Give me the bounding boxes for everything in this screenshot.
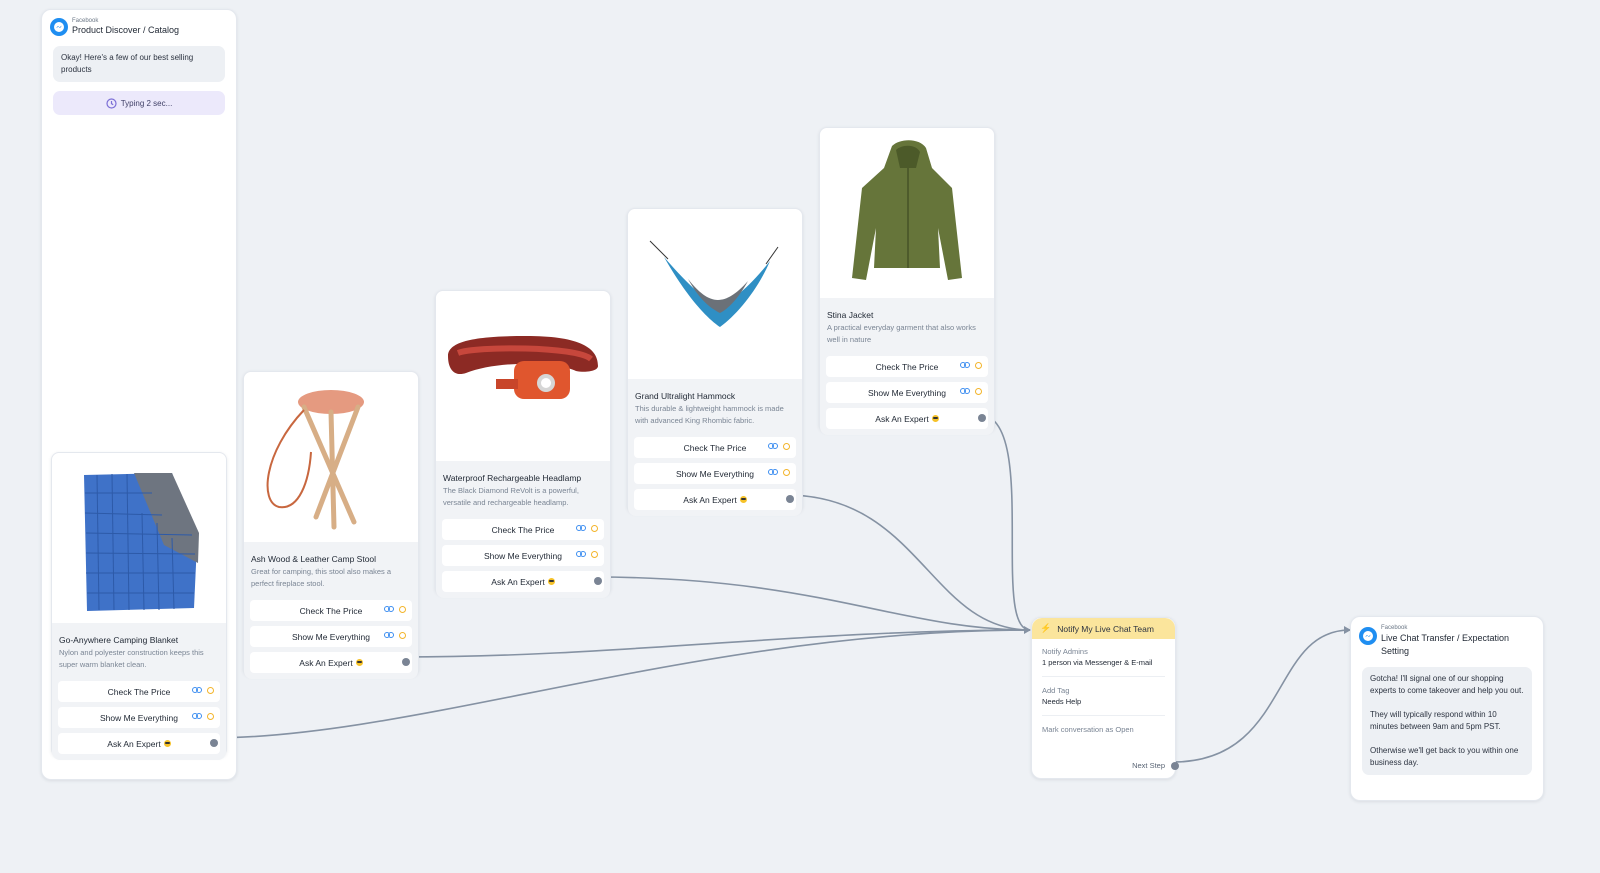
sunglasses-emoji-icon [931, 415, 939, 422]
typing-label: Typing 2 sec... [120, 98, 173, 108]
next-step-label[interactable]: Next Step [1132, 761, 1165, 770]
port-ring-icon[interactable] [207, 686, 214, 694]
ask-expert-button[interactable]: Ask An Expert [634, 489, 796, 510]
show-everything-button[interactable]: Show Me Everything [250, 626, 412, 647]
notify-admins-value: 1 person via Messenger & E-mail [1042, 658, 1153, 667]
headlamp-image [436, 291, 610, 461]
check-price-button[interactable]: Check The Price [442, 519, 604, 540]
hammock-image [628, 209, 802, 379]
port-ring-icon[interactable] [591, 550, 598, 558]
blanket-image [52, 453, 226, 623]
product-title: Grand Ultralight Hammock [635, 391, 736, 401]
message-paragraph: Gotcha! I'll signal one of our shopping … [1370, 673, 1524, 695]
link-icon [384, 606, 394, 612]
product-title: Go-Anywhere Camping Blanket [59, 635, 179, 645]
node-title: Product Discover / Catalog [72, 25, 180, 36]
wire-jacket-to-notify [977, 413, 1031, 631]
notify-arrowhead [1024, 626, 1031, 634]
message-paragraph: Otherwise we'll get back to you within o… [1370, 745, 1519, 767]
product-title: Stina Jacket [827, 310, 874, 320]
product-description: A practical everyday garment that also w… [827, 323, 976, 344]
product-card-jacket[interactable]: Stina Jacket A practical everyday garmen… [819, 127, 995, 435]
product-title: Waterproof Rechargeable Headlamp [443, 473, 582, 483]
link-icon [192, 713, 202, 719]
link-icon [576, 525, 586, 531]
clock-icon [106, 97, 117, 109]
show-everything-button[interactable]: Show Me Everything [634, 463, 796, 484]
link-icon [384, 632, 394, 638]
jacket-image [820, 128, 994, 298]
link-icon [768, 469, 778, 475]
notify-header: ⚡ Notify My Live Chat Team [1032, 618, 1175, 639]
notify-title: Notify My Live Chat Team [1057, 623, 1154, 634]
message-bubble: Okay! Here's a few of our best selling p… [53, 46, 225, 82]
add-tag-value: Needs Help [1042, 697, 1082, 706]
check-price-button[interactable]: Check The Price [58, 681, 220, 702]
wire-notify-to-transfer [1172, 629, 1351, 763]
connector-dot[interactable] [978, 414, 986, 422]
link-icon [768, 443, 778, 449]
show-everything-button[interactable]: Show Me Everything [442, 545, 604, 566]
messenger-icon [50, 18, 68, 36]
next-step-connector-dot[interactable] [1171, 762, 1179, 770]
link-icon [960, 388, 970, 394]
sunglasses-emoji-icon [547, 578, 555, 585]
product-title: Ash Wood & Leather Camp Stool [251, 554, 377, 564]
link-icon [576, 551, 586, 557]
message-bubble: Gotcha! I'll signal one of our shopping … [1362, 666, 1532, 775]
product-card-blanket[interactable]: Go-Anywhere Camping Blanket Nylon and po… [51, 452, 227, 760]
connector-dot[interactable] [594, 577, 602, 585]
messenger-icon [1359, 627, 1377, 645]
wire-headlamp-to-notify [593, 576, 1031, 631]
typing-indicator[interactable]: Typing 2 sec... [53, 91, 225, 115]
notify-node[interactable]: ⚡ Notify My Live Chat Team Notify Admins… [1031, 617, 1179, 779]
divider [1042, 715, 1165, 716]
port-ring-icon[interactable] [975, 387, 982, 395]
port-ring-icon[interactable] [591, 524, 598, 532]
port-ring-icon[interactable] [783, 442, 790, 450]
product-description: Nylon and polyester construction keeps t… [59, 648, 204, 669]
stool-image [244, 372, 418, 542]
port-ring-icon[interactable] [399, 631, 406, 639]
notify-admins-label: Notify Admins [1042, 647, 1088, 656]
check-price-button[interactable]: Check The Price [826, 356, 988, 377]
connector-dot[interactable] [786, 495, 794, 503]
port-ring-icon[interactable] [783, 468, 790, 476]
ask-expert-button[interactable]: Ask An Expert [58, 733, 220, 754]
add-tag-label: Add Tag [1042, 686, 1070, 695]
port-ring-icon[interactable] [207, 712, 214, 720]
product-description: Great for camping, this stool also makes… [251, 567, 392, 588]
product-card-hammock[interactable]: Grand Ultralight Hammock This durable & … [627, 208, 803, 516]
show-everything-button[interactable]: Show Me Everything [826, 382, 988, 403]
product-card-stool[interactable]: Ash Wood & Leather Camp Stool Great for … [243, 371, 419, 679]
divider [1042, 676, 1165, 677]
link-icon [192, 687, 202, 693]
sunglasses-emoji-icon [163, 740, 171, 747]
node-title: Live Chat Transfer / Expectation Setting [1381, 632, 1510, 656]
show-everything-button[interactable]: Show Me Everything [58, 707, 220, 728]
port-ring-icon[interactable] [975, 361, 982, 369]
ask-expert-button[interactable]: Ask An Expert [826, 408, 988, 429]
sunglasses-emoji-icon [355, 659, 363, 666]
node-platform: Facebook [72, 18, 99, 25]
node-platform: Facebook [1381, 625, 1408, 631]
sunglasses-emoji-icon [739, 496, 747, 503]
check-price-button[interactable]: Check The Price [634, 437, 796, 458]
wire-hammock-to-notify [785, 494, 1031, 631]
product-description: The Black Diamond ReVolt is a powerful, … [443, 486, 579, 507]
port-ring-icon[interactable] [399, 605, 406, 613]
lightning-icon: ⚡ [1040, 623, 1052, 633]
message-paragraph: They will typically respond within 10 mi… [1370, 709, 1501, 731]
ask-expert-button[interactable]: Ask An Expert [250, 652, 412, 673]
check-price-button[interactable]: Check The Price [250, 600, 412, 621]
product-description: This durable & lightweight hammock is ma… [635, 404, 784, 425]
ask-expert-button[interactable]: Ask An Expert [442, 571, 604, 592]
wire-stool-to-notify [401, 629, 1031, 658]
mark-open-label: Mark conversation as Open [1042, 725, 1134, 734]
transfer-node[interactable]: Facebook Live Chat Transfer / Expectatio… [1350, 616, 1544, 801]
connector-dot[interactable] [210, 739, 218, 747]
connector-dot[interactable] [402, 658, 410, 666]
link-icon [960, 362, 970, 368]
product-card-headlamp[interactable]: Waterproof Rechargeable Headlamp The Bla… [435, 290, 611, 598]
